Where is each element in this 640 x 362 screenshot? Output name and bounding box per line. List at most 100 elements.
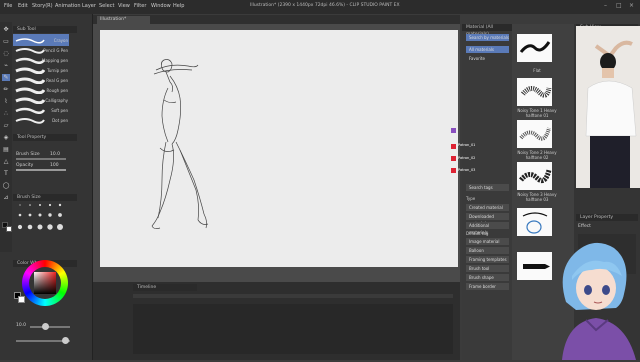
brush-size-label: Brush Size bbox=[16, 152, 40, 157]
material-label: Flat bbox=[533, 68, 541, 73]
overlay-icon bbox=[451, 128, 456, 133]
menu-edit[interactable]: Edit bbox=[18, 3, 28, 9]
material-card-noisy-1[interactable] bbox=[517, 78, 552, 106]
reference-photo[interactable] bbox=[576, 26, 640, 188]
overlay-icon bbox=[451, 168, 456, 173]
sub-tool-header: Sub Tool bbox=[13, 26, 77, 33]
brush-label: Real G pen bbox=[46, 78, 68, 83]
menu-window[interactable]: Window bbox=[151, 3, 171, 9]
opacity-value[interactable]: 100 bbox=[50, 163, 59, 168]
tag-downloaded-material[interactable]: Downloaded material bbox=[466, 213, 509, 226]
material-label: Noisy Tone 1 Heavy halftone 01 bbox=[517, 108, 557, 118]
material-card-pen[interactable] bbox=[517, 252, 552, 280]
effect-label: Effect bbox=[578, 224, 591, 229]
brush-size-grid bbox=[16, 200, 72, 240]
material-card-eye[interactable] bbox=[517, 208, 552, 236]
brush-label: Calligraphy bbox=[45, 98, 68, 103]
menu-bar: File Edit Story(R) Animation Layer Selec… bbox=[0, 0, 640, 14]
sub-color-swatch[interactable] bbox=[6, 226, 12, 232]
opacity-label: Opacity bbox=[16, 163, 34, 168]
close-icon[interactable]: × bbox=[629, 2, 634, 9]
reference-figure bbox=[576, 26, 640, 188]
timeline-controls[interactable] bbox=[133, 294, 453, 298]
balloon-icon[interactable]: ◯ bbox=[2, 182, 10, 189]
ruler-icon[interactable]: ⊿ bbox=[2, 194, 10, 201]
vtuber-avatar bbox=[556, 230, 640, 360]
tag-balloon[interactable]: Balloon bbox=[466, 247, 509, 254]
maximize-icon[interactable]: □ bbox=[616, 2, 622, 9]
material-label: Noisy Tone 2 Heavy halftone 02 bbox=[517, 150, 557, 160]
tree-item-all-materials[interactable]: All materials bbox=[466, 46, 509, 53]
opacity-slider[interactable] bbox=[16, 169, 66, 171]
figure-icon[interactable]: △ bbox=[2, 158, 10, 165]
menu-animation[interactable]: Animation bbox=[55, 3, 81, 9]
menu-view[interactable]: View bbox=[118, 3, 130, 9]
minimize-icon[interactable]: – bbox=[604, 2, 607, 9]
pencil-icon[interactable]: ✏ bbox=[2, 86, 10, 93]
brush-list: Crayon Pencil G Pen Mapping pen Turnip p… bbox=[13, 34, 69, 126]
overlay-icon bbox=[451, 144, 456, 149]
materials-header: Material (All materials) bbox=[462, 24, 512, 37]
timeline-track[interactable] bbox=[133, 304, 453, 354]
material-label: Noisy Tone 3 Heavy halftone 03 bbox=[517, 192, 557, 202]
type-label: Type bbox=[466, 196, 476, 201]
sub-size-slider[interactable] bbox=[30, 326, 70, 328]
timeline-header: Timeline bbox=[133, 284, 197, 291]
gradient-icon[interactable]: ▤ bbox=[2, 146, 10, 153]
menu-file[interactable]: File bbox=[4, 3, 12, 9]
tag-search-input[interactable]: Search tags bbox=[466, 184, 509, 191]
brush-label: Turnip pen bbox=[47, 68, 68, 73]
brush-label: Pencil G Pen bbox=[43, 48, 68, 53]
menu-filter[interactable]: Filter bbox=[134, 3, 146, 9]
canvas-tabs: Illustration* bbox=[93, 15, 460, 24]
pen-icon[interactable]: ✎ bbox=[2, 74, 10, 81]
slider-knob-2[interactable] bbox=[62, 337, 69, 344]
brush-label: Soft pen bbox=[51, 108, 68, 113]
tag-brush-shape[interactable]: Brush shape bbox=[466, 274, 509, 281]
menu-layer[interactable]: Layer bbox=[82, 3, 96, 9]
overlay-label: Patron_02 bbox=[458, 156, 476, 160]
tag-additional-materials[interactable]: Additional materials bbox=[466, 222, 509, 235]
overlay-icon bbox=[451, 156, 456, 161]
material-search-input[interactable]: Search by materials bbox=[466, 34, 509, 41]
canvas-tab[interactable]: Illustration* bbox=[97, 16, 150, 24]
brush-size-slider[interactable] bbox=[16, 158, 66, 160]
material-tree-panel: Material (All materials) Search by mater… bbox=[462, 24, 512, 360]
select-icon[interactable]: ▭ bbox=[2, 38, 10, 45]
fill-icon[interactable]: ◈ bbox=[2, 134, 10, 141]
menu-help[interactable]: Help bbox=[173, 3, 184, 9]
sub-color-swatch-panel[interactable] bbox=[18, 296, 25, 303]
saturation-value-square[interactable] bbox=[34, 272, 56, 294]
tag-image-material[interactable]: Image material bbox=[466, 238, 509, 245]
tag-created-material[interactable]: Created material bbox=[466, 204, 509, 211]
brush-item[interactable]: Dot pen bbox=[13, 114, 69, 126]
material-card-noisy-3[interactable] bbox=[517, 162, 552, 190]
canvas[interactable] bbox=[100, 30, 458, 267]
layer-property-header: Layer Property bbox=[576, 214, 638, 221]
sub-size-value: 10.0 bbox=[16, 323, 27, 328]
text-icon[interactable]: T bbox=[2, 170, 10, 177]
default-tag-label: Default tag bbox=[466, 231, 489, 236]
brush-label: Rough pen bbox=[46, 88, 68, 93]
slider-knob[interactable] bbox=[42, 323, 49, 330]
menu-story[interactable]: Story(R) bbox=[32, 3, 53, 9]
material-card-noisy-2[interactable] bbox=[517, 120, 552, 148]
eraser-icon[interactable]: ▱ bbox=[2, 122, 10, 129]
brush-icon[interactable]: ⌇ bbox=[2, 98, 10, 105]
tag-frame-border[interactable]: Frame border bbox=[466, 283, 509, 290]
material-card-flat[interactable] bbox=[517, 34, 552, 62]
brush-label: Dot pen bbox=[52, 118, 68, 123]
lasso-icon[interactable]: ◌ bbox=[2, 50, 10, 57]
move-icon[interactable]: ✥ bbox=[2, 26, 10, 33]
tag-brush-tool[interactable]: Brush tool bbox=[466, 265, 509, 272]
overlay-label: Patron_03 bbox=[458, 168, 476, 172]
airbrush-icon[interactable]: ∴ bbox=[2, 110, 10, 117]
brush-size-value[interactable]: 10.0 bbox=[50, 152, 60, 157]
eyedropper-icon[interactable]: ⌁ bbox=[2, 62, 10, 69]
tag-framing-templates[interactable]: Framing templates bbox=[466, 256, 509, 263]
timeline-panel: Timeline bbox=[93, 282, 460, 360]
brush-label: Crayon bbox=[53, 38, 68, 43]
menu-select[interactable]: Select bbox=[99, 3, 114, 9]
tool-property-header: Tool Property bbox=[13, 134, 77, 141]
tree-item-favorite[interactable]: Favorite bbox=[466, 55, 509, 62]
